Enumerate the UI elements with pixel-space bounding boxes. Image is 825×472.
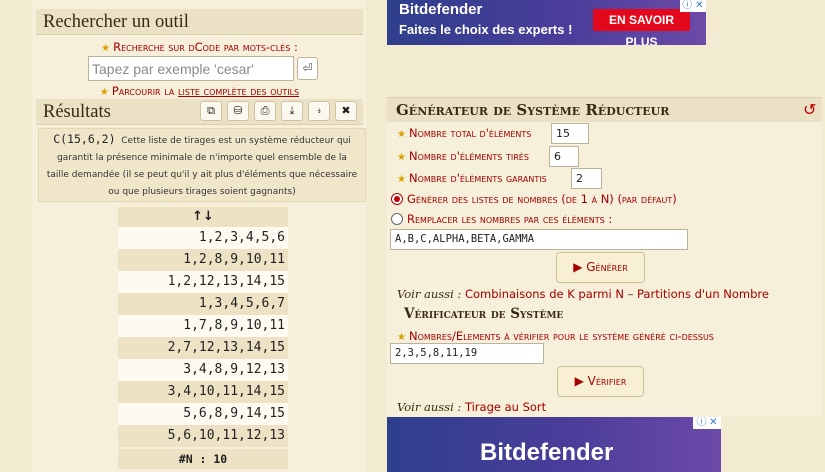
reset-icon[interactable]: ↺ [803, 100, 816, 119]
see-also-generator: Voir aussi : Combinaisons de K parmi N –… [397, 287, 769, 301]
table-row: 1,7,8,9,10,11 [118, 315, 288, 337]
ad-tagline: Faites le choix des experts ! [399, 22, 573, 37]
ad-brand: Bitdefender [399, 1, 483, 18]
search-input[interactable] [88, 56, 294, 81]
search-panel-title: Rechercher un outil [36, 9, 363, 35]
enter-icon: ⏎ [302, 61, 313, 75]
sort-header[interactable]: ↑↓ [118, 207, 288, 227]
browse-tools-link[interactable]: liste complète des outils [178, 84, 299, 98]
ad-close-icon[interactable]: ⓘ ✕ [680, 0, 706, 12]
star-icon: ★ [99, 87, 109, 98]
link-combinations[interactable]: Combinaisons de K parmi N [465, 287, 624, 301]
browse-tools-line: ★ Parcourir la liste complète des outils [99, 84, 300, 98]
table-row: 2,7,12,13,14,15 [118, 337, 288, 359]
search-label: ★ Recherche sur dCode par mots-clés : [101, 40, 298, 54]
link-random-draw[interactable]: Tirage au Sort [465, 400, 546, 414]
replace-elements-radio[interactable] [391, 213, 403, 225]
top-advertisement[interactable]: Bitdefender Faites le choix des experts … [387, 0, 706, 45]
verify-button[interactable]: ▶ Vérifier [557, 366, 644, 397]
guaranteed-elements-label: ★ Nombre d'éléments garantis [397, 171, 547, 185]
link-partitions[interactable]: Partitions d'un Nombre [637, 287, 769, 301]
star-icon: ★ [397, 129, 406, 140]
table-row: 1,3,4,5,6,7 [118, 293, 288, 315]
verifier-title: Vérificateur de Système [404, 306, 564, 322]
total-elements-label: ★ Nombre total d'éléments [397, 126, 532, 140]
star-icon: ★ [397, 152, 406, 163]
ad-cta-button[interactable]: EN SAVOIR PLUS [593, 9, 690, 45]
save-icon[interactable]: ⛁ [227, 101, 249, 121]
table-row: 3,4,8,9,12,13 [118, 359, 288, 381]
total-elements-input[interactable]: 15 [551, 123, 589, 144]
elements-input[interactable]: A,B,C,ALPHA,BETA,GAMMA [390, 229, 688, 250]
verify-input[interactable]: 2,3,5,8,11,19 [390, 343, 544, 364]
ad-brand: Bitdefender [480, 439, 614, 466]
guaranteed-elements-input[interactable]: 2 [571, 168, 602, 189]
generator-title: Générateur de Système Réducteur [387, 98, 822, 122]
generate-numbers-label: Générer des listes de nombres (de 1 à N)… [407, 192, 677, 206]
drawn-elements-label: ★ Nombre d'éléments tirés [397, 149, 529, 163]
table-row: 5,6,10,11,12,13 [118, 425, 288, 447]
results-code: C(15,6,2) [53, 132, 116, 146]
table-row: 1,2,3,4,5,6 [118, 227, 288, 249]
generate-button[interactable]: ▶ Générer [556, 252, 645, 283]
results-toolbar: ⧉ ⛁ ⎙ ⤓ ⍖ ✖ [200, 101, 357, 121]
results-table: ↑↓ 1,2,3,4,5,6 1,2,8,9,10,11 1,2,12,13,1… [118, 207, 288, 469]
table-row: 5,6,8,9,14,15 [118, 403, 288, 425]
copy-icon[interactable]: ⧉ [200, 101, 222, 121]
print-icon[interactable]: ⎙ [254, 101, 276, 121]
download-icon[interactable]: ⤓ [281, 101, 303, 121]
table-row: 1,2,12,13,14,15 [118, 271, 288, 293]
results-count: #N : 10 [118, 449, 288, 469]
ad-close-icon[interactable]: ⓘ ✕ [693, 417, 721, 429]
replace-elements-label: Remplacer les nombres par ces éléments : [407, 212, 613, 226]
search-submit-button[interactable]: ⏎ [297, 57, 318, 80]
verify-label: ★ Nombres/Elements à vérifier pour le sys… [397, 329, 714, 343]
star-icon: ★ [397, 332, 406, 343]
drawn-elements-input[interactable]: 6 [549, 146, 579, 167]
table-row: 3,4,10,11,14,15 [118, 381, 288, 403]
results-description: C(15,6,2) Cette liste de tirages est un … [38, 128, 366, 202]
table-row: 1,2,8,9,10,11 [118, 249, 288, 271]
generate-numbers-radio[interactable] [391, 193, 403, 205]
close-icon[interactable]: ✖ [335, 101, 357, 121]
star-icon: ★ [397, 174, 406, 185]
star-icon: ★ [101, 43, 111, 54]
see-also-verifier: Voir aussi : Tirage au Sort [397, 400, 547, 414]
pin-icon[interactable]: ⍖ [308, 101, 330, 121]
bottom-advertisement[interactable]: Bitdefender ⓘ ✕ [387, 417, 721, 472]
